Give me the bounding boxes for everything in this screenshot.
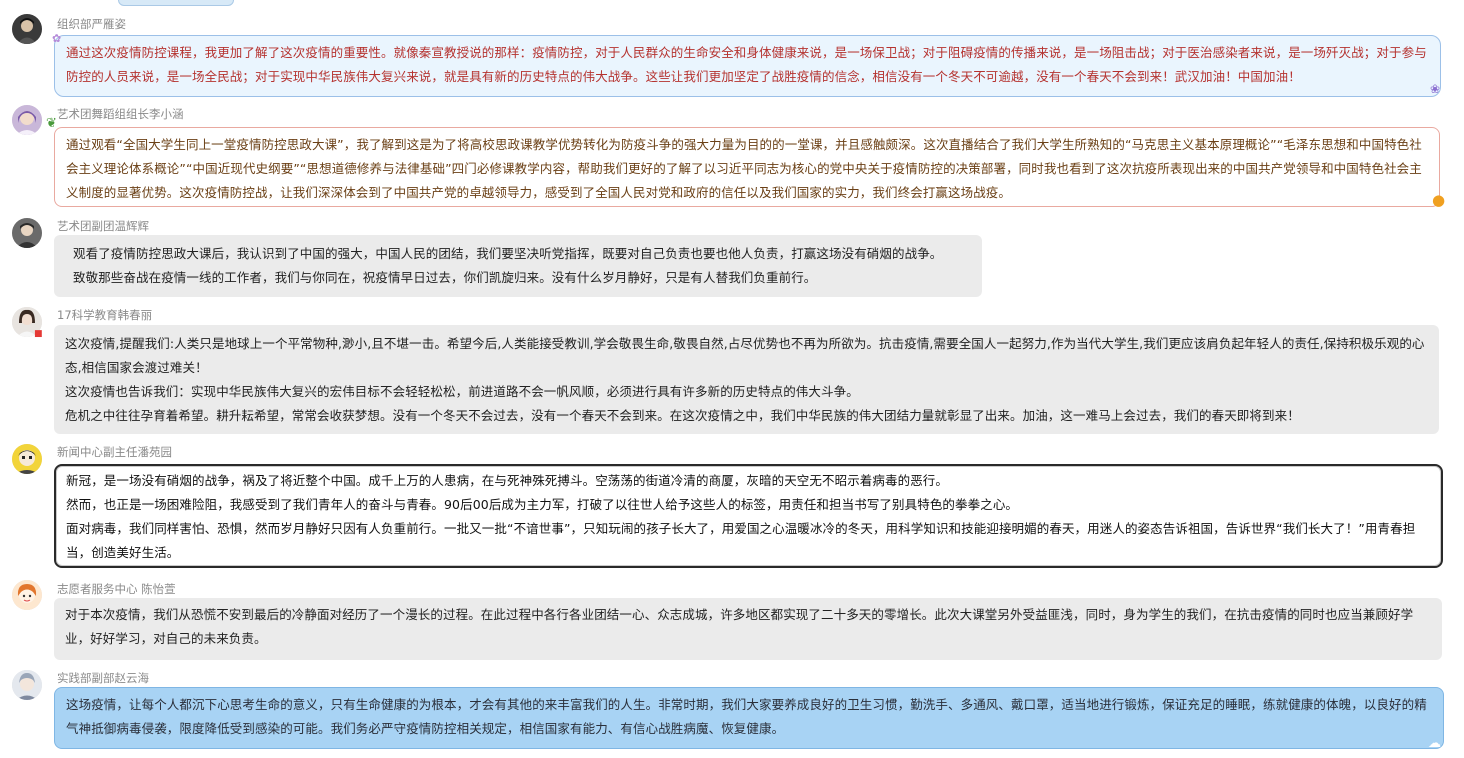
avatar[interactable] [12,105,42,135]
sender-name: 艺术团舞蹈组组长李小涵 [57,107,184,121]
message-bubble: 观看了疫情防控思政大课后，我认识到了中国的强大，中国人民的团结，我们要坚决听党指… [54,235,982,297]
message-text: 这次疫情,提醒我们:人类只是地球上一个平常物种,渺小,且不堪一击。希望今后,人类… [65,336,1425,375]
message-text: 对于本次疫情，我们从恐慌不安到最后的冷静面对经历了一个漫长的过程。在此过程中各行… [65,607,1414,646]
message-bubble: 对于本次疫情，我们从恐慌不安到最后的冷静面对经历了一个漫长的过程。在此过程中各行… [54,598,1442,660]
avatar[interactable] [12,580,42,610]
message-bubble: 新冠，是一场没有硝烟的战争，祸及了将近整个中国。成千上万的人患病，在与死神殊死搏… [54,464,1443,568]
sender-name: 17科学教育韩春丽 [57,308,153,322]
message-bubble: 这场疫情，让每个人都沉下心思考生命的意义，只有生命健康的为根本，才会有其他的来丰… [54,687,1444,749]
message-text: 危机之中往往孕育着希望。耕升耘希望，常常会收获梦想。没有一个冬天不会过去，没有一… [65,408,1300,423]
message-bubble: 通过这次疫情防控课程，我更加了解了这次疫情的重要性。就像秦宣教授说的那样：疫情防… [54,35,1441,97]
message-text: 这次疫情也告诉我们：实现中华民族伟大复兴的宏伟目标不会轻轻松松，前进道路不会一帆… [65,384,859,399]
message-bubble: 这次疫情,提醒我们:人类只是地球上一个平常物种,渺小,且不堪一击。希望今后,人类… [54,325,1439,434]
avatar[interactable] [12,14,42,44]
sender-name: 艺术团副团温辉辉 [57,219,149,233]
message-text: 通过观看“全国大学生同上一堂疫情防控思政大课”，我了解到这是为了将高校思政课教学… [66,137,1422,200]
flower-icon: ✿ [52,32,62,45]
cloud-icon: ☁ [1428,736,1441,751]
sender-name: 新闻中心副主任潘苑园 [57,445,172,459]
sender-name: 组织部严雁姿 [57,17,126,31]
sender-name: 志愿者服务中心 陈怡萱 [57,582,176,596]
avatar[interactable] [12,670,42,700]
message-text: 新冠，是一场没有硝烟的战争，祸及了将近整个中国。成千上万的人患病，在与死神殊死搏… [66,473,949,488]
previous-bubble-edge [118,0,234,6]
message-bubble: 通过观看“全国大学生同上一堂疫情防控思政大课”，我了解到这是为了将高校思政课教学… [54,127,1440,207]
sender-name: 实践部副部赵云海 [57,671,149,685]
message-text: 通过这次疫情防控课程，我更加了解了这次疫情的重要性。就像秦宣教授说的那样：疫情防… [66,45,1427,84]
orange-fruit-icon: ● [1432,191,1446,209]
message-text: 这场疫情，让每个人都沉下心思考生命的意义，只有生命健康的为根本，才会有其他的来丰… [66,697,1427,736]
avatar[interactable] [12,218,42,248]
avatar[interactable] [12,444,42,474]
message-text: 致敬那些奋战在疫情一线的工作者，我们与你同在，祝疫情早日过去，你们凯旋归来。没有… [73,270,817,285]
message-text: 面对病毒，我们同样害怕、恐惧，然而岁月静好只因有人负重前行。一批又一批“不谙世事… [66,521,1416,560]
status-badge: ■ [34,329,43,339]
message-text: 然而，也正是一场困难险阻，我感受到了我们青年人的奋斗与青春。90后00后成为主力… [66,497,1019,512]
ribbon-icon: ❀ [1430,82,1441,96]
message-text: 观看了疫情防控思政大课后，我认识到了中国的强大，中国人民的团结，我们要坚决听党指… [73,246,943,261]
